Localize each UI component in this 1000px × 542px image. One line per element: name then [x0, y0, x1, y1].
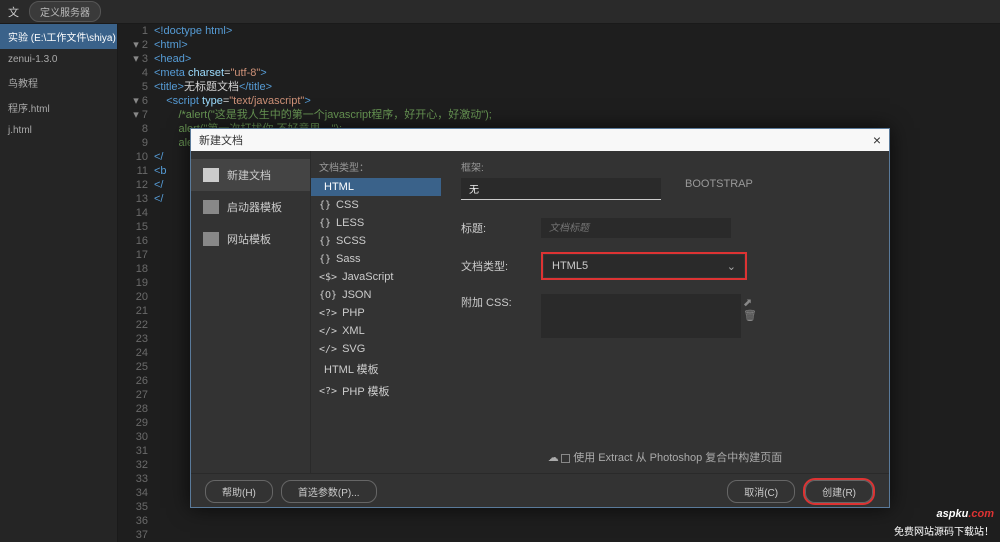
doctype-icon: {O} — [319, 290, 337, 301]
dialog-footer: 帮助(H) 首选参数(P)... 取消(C) 创建(R) — [191, 473, 889, 509]
doctype-icon: <$> — [319, 272, 337, 283]
doctype-item[interactable]: {}CSS — [311, 196, 441, 214]
define-server-button[interactable]: 定义服务器 — [29, 1, 101, 22]
doctype-icon: </> — [319, 344, 337, 355]
doctype-item[interactable]: {O}JSON — [311, 286, 441, 304]
dialog-title: 新建文档 — [199, 132, 243, 148]
sidebar-item[interactable]: zenui-1.3.0 — [0, 49, 117, 70]
framework-tabs: 无 BOOTSTRAP — [461, 178, 869, 200]
sidebar-item[interactable]: j.html — [0, 120, 117, 141]
framework-label: 框架: — [461, 159, 869, 174]
dialog-doctype-list: 文档类型：HTML{}CSS{}LESS{}SCSS{}Sass<$>JavaS… — [311, 151, 441, 473]
prefs-button[interactable]: 首选参数(P)... — [281, 480, 377, 503]
doctype-item[interactable]: {}LESS — [311, 214, 441, 232]
doctype-item[interactable]: <?>PHP 模板 — [311, 380, 441, 402]
title-input[interactable] — [541, 218, 731, 238]
extract-checkbox[interactable] — [561, 454, 570, 463]
link-icon[interactable]: ⬈🗑 — [743, 296, 757, 322]
extract-row: ☁ 使用 Extract 从 Photoshop 复合中构建页面 — [441, 449, 889, 465]
file-sidebar: 实验 (E:\工作文件\shiya)zenui-1.3.0鸟教程程序.htmlj… — [0, 24, 118, 542]
extract-label: 使用 Extract 从 Photoshop 复合中构建页面 — [573, 452, 782, 464]
top-toolbar: 文 定义服务器 — [0, 0, 1000, 24]
watermark: aspku.com 免费网站源码下载站！ — [894, 497, 994, 538]
doctype-label: 文档类型: — [461, 258, 521, 274]
extract-icon: ☁ — [548, 452, 559, 464]
doctype-value: HTML5 — [552, 260, 588, 272]
new-document-dialog: 新建文档 × 新建文档启动器模板网站模板 文档类型：HTML{}CSS{}LES… — [190, 128, 890, 508]
css-attach-box[interactable] — [541, 294, 741, 338]
doctype-icon: {} — [319, 254, 331, 265]
dropdown-label[interactable]: 文 — [8, 4, 19, 20]
sidebar-item[interactable]: 程序.html — [0, 95, 117, 120]
category-icon — [203, 232, 219, 246]
doctype-select[interactable]: HTML5 ⌄ — [544, 255, 744, 277]
doctype-icon: <?> — [319, 386, 337, 397]
category-item[interactable]: 启动器模板 — [191, 191, 310, 223]
category-item[interactable]: 网站模板 — [191, 223, 310, 255]
framework-tab[interactable]: 无 — [461, 178, 661, 200]
css-label: 附加 CSS: — [461, 294, 521, 310]
doctype-icon: {} — [319, 200, 331, 211]
doctype-item[interactable]: {}Sass — [311, 250, 441, 268]
dialog-titlebar: 新建文档 × — [191, 129, 889, 151]
doctype-icon: </> — [319, 326, 337, 337]
doctype-item[interactable]: HTML 模板 — [311, 358, 441, 380]
framework-tab[interactable]: BOOTSTRAP — [685, 178, 753, 200]
doctype-icon: <?> — [319, 308, 337, 319]
doctype-item[interactable]: {}SCSS — [311, 232, 441, 250]
doctype-icon: {} — [319, 218, 331, 229]
doctype-item[interactable]: </>SVG — [311, 340, 441, 358]
create-button[interactable]: 创建(R) — [805, 480, 873, 503]
chevron-down-icon: ⌄ — [727, 260, 736, 273]
close-icon[interactable]: × — [873, 132, 881, 148]
cancel-button[interactable]: 取消(C) — [727, 480, 795, 503]
doctype-item[interactable]: HTML — [311, 178, 441, 196]
sidebar-item[interactable]: 鸟教程 — [0, 70, 117, 95]
help-button[interactable]: 帮助(H) — [205, 480, 273, 503]
dialog-options: 框架: 无 BOOTSTRAP 标题: 文档类型: HTML5 ⌄ 附加 CSS: — [441, 151, 889, 473]
watermark-logo: aspku.com — [894, 497, 994, 523]
doctype-item[interactable]: <?>PHP — [311, 304, 441, 322]
category-icon — [203, 200, 219, 214]
line-gutter: 1▾ 2▾ 345▾ 6▾ 78910111213141516171819202… — [118, 24, 154, 542]
doctype-item[interactable]: <$>JavaScript — [311, 268, 441, 286]
watermark-sub: 免费网站源码下载站！ — [894, 523, 994, 538]
category-icon — [203, 168, 219, 182]
doctype-icon: {} — [319, 236, 331, 247]
doctype-header: 文档类型： — [311, 157, 441, 178]
title-label: 标题: — [461, 220, 521, 236]
dialog-category-list: 新建文档启动器模板网站模板 — [191, 151, 311, 473]
sidebar-item[interactable]: 实验 (E:\工作文件\shiya) — [0, 24, 117, 49]
category-item[interactable]: 新建文档 — [191, 159, 310, 191]
doctype-item[interactable]: </>XML — [311, 322, 441, 340]
